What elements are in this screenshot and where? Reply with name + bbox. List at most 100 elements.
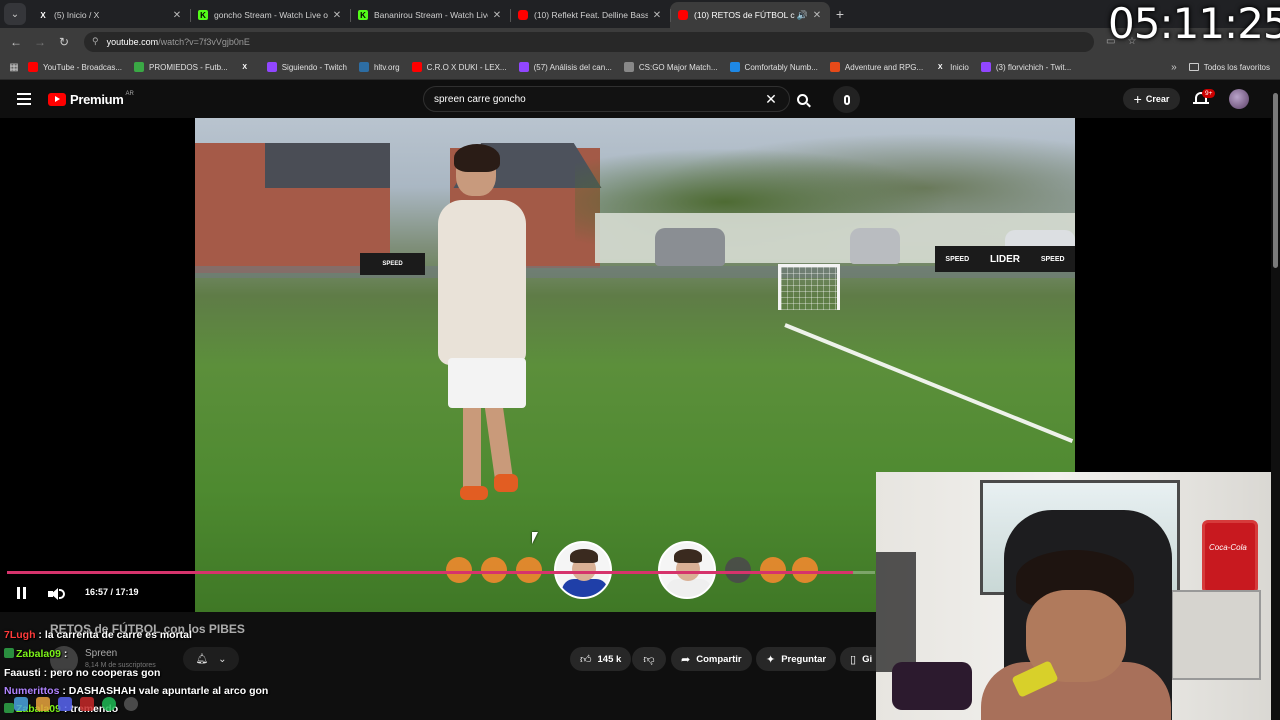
obs-icon[interactable] [124, 697, 138, 711]
plus-icon: + [1133, 91, 1142, 107]
create-label: Crear [1145, 94, 1170, 104]
search-button[interactable] [790, 88, 814, 110]
bookmark-item[interactable]: (57) Análisis del can... [518, 62, 612, 72]
close-icon[interactable]: ✕ [492, 10, 502, 21]
mouse-cursor [532, 532, 538, 544]
bookmark-item[interactable]: hltv.org [358, 62, 400, 72]
tab-search-button[interactable]: ⌄ [4, 3, 26, 25]
bookmark-item[interactable]: YouTube - Broadcas... [28, 62, 122, 72]
bookmark-item[interactable]: (3) florvichich - Twit... [980, 62, 1071, 72]
progress-played [7, 571, 854, 574]
tab-title: goncho Stream - Watch Live on [214, 10, 328, 20]
back-button[interactable]: ← [4, 35, 28, 49]
volume-button[interactable] [48, 587, 66, 601]
bookmark-item[interactable]: PROMIEDOS - Futb... [134, 62, 228, 72]
pause-button[interactable] [14, 587, 28, 601]
bookmark-item[interactable]: Comfortably Numb... [729, 62, 818, 72]
tab-title: Bananirou Stream - Watch Live [374, 10, 488, 20]
bookmarks-overflow-icon[interactable]: » [1171, 62, 1177, 73]
bookmark-item[interactable]: Adventure and RPG... [829, 62, 923, 72]
browser-tab-active[interactable]: (10) RETOS de FÚTBOL con 🔊 ✕ [670, 2, 830, 28]
close-icon[interactable]: ✕ [172, 10, 182, 21]
chat-message: Zabala09 : [4, 648, 67, 660]
new-tab-button[interactable]: + [830, 6, 850, 22]
browser-tab[interactable]: X (5) Inicio / X ✕ [30, 2, 190, 28]
youtube-logo[interactable]: Premium AR [48, 91, 134, 107]
app-icon[interactable] [80, 697, 94, 711]
close-icon[interactable]: ✕ [812, 10, 822, 21]
time-display: 16:57 / 17:19 [85, 587, 139, 597]
youtube-icon [518, 10, 528, 20]
banner-text: SPEED [1040, 255, 1065, 263]
subscription-bell-button[interactable]: 🔔︎ ⌄ [183, 647, 239, 671]
tab-title: (10) Reflekt Feat. Delline Bass - [534, 10, 648, 20]
chat-username: 7Lugh [4, 629, 36, 641]
webcam-overlay: Coca-Cola [876, 472, 1280, 720]
youtube-icon [678, 10, 688, 20]
bookmark-item[interactable]: Siguiendo - Twitch [266, 62, 347, 72]
overlay-dot [481, 557, 507, 583]
reload-button[interactable]: ↻ [52, 35, 76, 49]
dislike-button[interactable]: 👎︎ [632, 647, 666, 671]
x-icon: X [242, 63, 248, 71]
video-progress-bar[interactable] [7, 571, 875, 574]
browser-tab[interactable]: K Bananirou Stream - Watch Live ✕ [350, 2, 510, 28]
apps-grid-icon[interactable]: ▦ [0, 62, 28, 73]
close-icon[interactable]: ✕ [332, 10, 342, 21]
overlay-dot [516, 557, 542, 583]
create-button[interactable]: + Crear [1123, 88, 1180, 110]
discord-icon[interactable] [58, 697, 72, 711]
logo-text: Premium [70, 91, 124, 107]
sparkle-icon: ✦ [766, 653, 776, 666]
link-icon [623, 62, 634, 72]
music-icon [729, 62, 740, 72]
bell-icon: 🔔︎ [195, 653, 209, 665]
scrollbar-thumb[interactable] [1273, 93, 1278, 268]
chat-username: Numerittos [4, 685, 60, 697]
search-input[interactable]: spreen carre goncho ✕ [423, 86, 790, 112]
speaker-icon[interactable]: 🔊 [797, 10, 808, 21]
windows-icon[interactable] [14, 697, 28, 711]
account-avatar[interactable] [1229, 89, 1249, 109]
bookmark-item[interactable]: C.R.O X DUKI - LEX... [411, 62, 507, 72]
overlay-dot [760, 557, 786, 583]
scene-field-line [784, 323, 1074, 443]
browser-tab[interactable]: (10) Reflekt Feat. Delline Bass - ✕ [510, 2, 670, 28]
share-icon: ➦ [681, 653, 691, 666]
menu-icon[interactable] [17, 93, 31, 105]
bookmark-item[interactable]: CS:GO Major Match... [623, 62, 718, 72]
all-bookmarks-button[interactable]: Todos los favoritos [1188, 63, 1270, 72]
forward-button[interactable]: → [28, 35, 52, 49]
bookmark-item[interactable]: X [240, 62, 255, 72]
channel-name[interactable]: Spreen [85, 648, 117, 659]
spotify-icon[interactable] [102, 697, 116, 711]
voice-search-button[interactable] [833, 86, 860, 113]
clear-search-icon[interactable]: ✕ [763, 91, 779, 108]
x-icon: X [40, 10, 46, 20]
banner-text: SPEED [945, 255, 970, 263]
url-path: /watch?v=7f3vVgjb0nE [158, 36, 250, 47]
bookmark-label: CS:GO Major Match... [638, 62, 718, 72]
twitch-icon [266, 62, 277, 72]
save-button[interactable]: ▯ Gi [840, 647, 876, 671]
bookmark-label: Inicio [950, 62, 969, 72]
site-info-icon[interactable]: ⚲ [92, 36, 99, 47]
browser-icon[interactable] [36, 697, 50, 711]
close-icon[interactable]: ✕ [652, 10, 662, 21]
browser-tab[interactable]: K goncho Stream - Watch Live on ✕ [190, 2, 350, 28]
url-input[interactable]: ⚲ youtube.com/watch?v=7f3vVgjb0nE [84, 31, 1094, 52]
like-button[interactable]: 👍︎ 145 k [570, 647, 632, 671]
chat-username: Zabala09 [16, 648, 61, 660]
scene-cushion [892, 662, 972, 710]
scene-player [418, 144, 543, 518]
scene-fridge: Coca-Cola [1202, 520, 1258, 594]
bookmark-label: Comfortably Numb... [744, 62, 818, 72]
thumbs-down-icon: 👎︎ [643, 653, 655, 666]
ask-button[interactable]: ✦ Preguntar [756, 647, 837, 671]
chevron-down-icon: ⌄ [10, 8, 20, 20]
scene-rack [876, 552, 916, 672]
bookmark-item[interactable]: X Inicio [935, 62, 969, 72]
tab-title: (5) Inicio / X [54, 10, 100, 20]
address-bar-row: ← → ↻ ⚲ youtube.com/watch?v=7f3vVgjb0nE … [0, 28, 1280, 55]
share-button[interactable]: ➦ Compartir [671, 647, 752, 671]
